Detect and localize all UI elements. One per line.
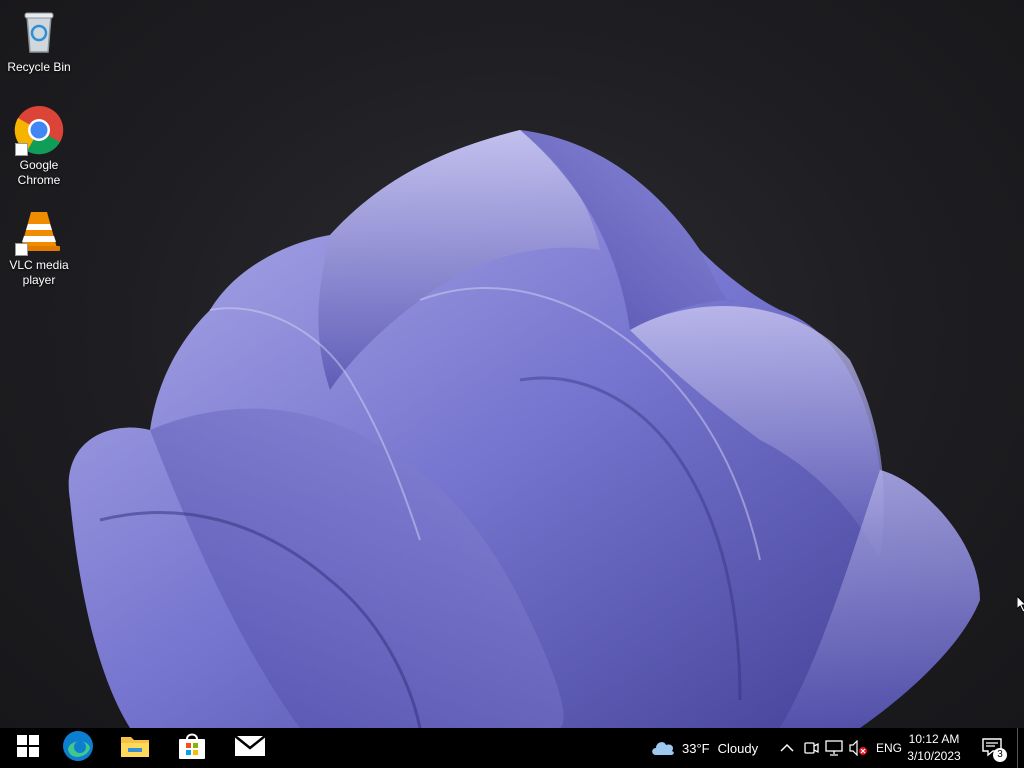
desktop[interactable]: Recycle Bin Google Chrome VLC media play… [0,0,1024,728]
desktop-icon-label: Google Chrome [17,158,61,187]
weather-temperature: 33°F [682,740,710,756]
windows-start-icon [16,734,40,763]
notification-count-badge: 3 [993,748,1007,762]
desktop-icon-vlc[interactable]: VLC media player [2,204,76,288]
meet-now-icon[interactable] [801,738,821,758]
wallpaper-bloom [68,130,980,728]
file-explorer-icon [120,733,150,764]
shortcut-arrow-icon [15,143,28,156]
volume-muted-icon[interactable] [848,738,868,758]
taskbar-edge-button[interactable] [50,728,106,768]
chevron-up-icon[interactable] [777,738,797,758]
network-icon[interactable] [824,738,844,758]
shortcut-arrow-icon [15,243,28,256]
language-indicator[interactable]: ENG [876,728,902,768]
recycle-bin-icon [13,6,65,58]
clock[interactable]: 10:12 AM 3/10/2023 [902,731,966,765]
taskbar-file-explorer-button[interactable] [107,728,163,768]
desktop-icon-label: VLC media player [9,258,69,287]
vlc-icon [13,204,65,256]
taskbar: 33°F Cloudy ENG 10:12 AM 3/10/2023 3 [0,728,1024,768]
start-button[interactable] [0,728,56,768]
taskbar-store-button[interactable] [164,728,220,768]
edge-icon [62,730,94,767]
weather-widget[interactable]: 33°F Cloudy [650,728,758,768]
weather-condition: Cloudy [717,740,759,756]
chrome-icon [13,104,65,156]
mail-icon [234,734,266,763]
clock-time: 10:12 AM [908,732,960,746]
notification-center-button[interactable]: 3 [970,728,1014,768]
taskbar-mail-button[interactable] [222,728,278,768]
notification-center-icon: 3 [981,737,1007,762]
store-icon [177,731,207,766]
desktop-icon-recycle-bin[interactable]: Recycle Bin [2,6,76,75]
cloud-icon [650,738,676,759]
mouse-cursor-icon [1016,594,1024,617]
show-desktop-button[interactable] [1017,728,1024,768]
clock-date: 3/10/2023 [907,749,961,763]
desktop-icon-google-chrome[interactable]: Google Chrome [2,104,76,188]
desktop-icon-label: Recycle Bin [7,60,71,74]
